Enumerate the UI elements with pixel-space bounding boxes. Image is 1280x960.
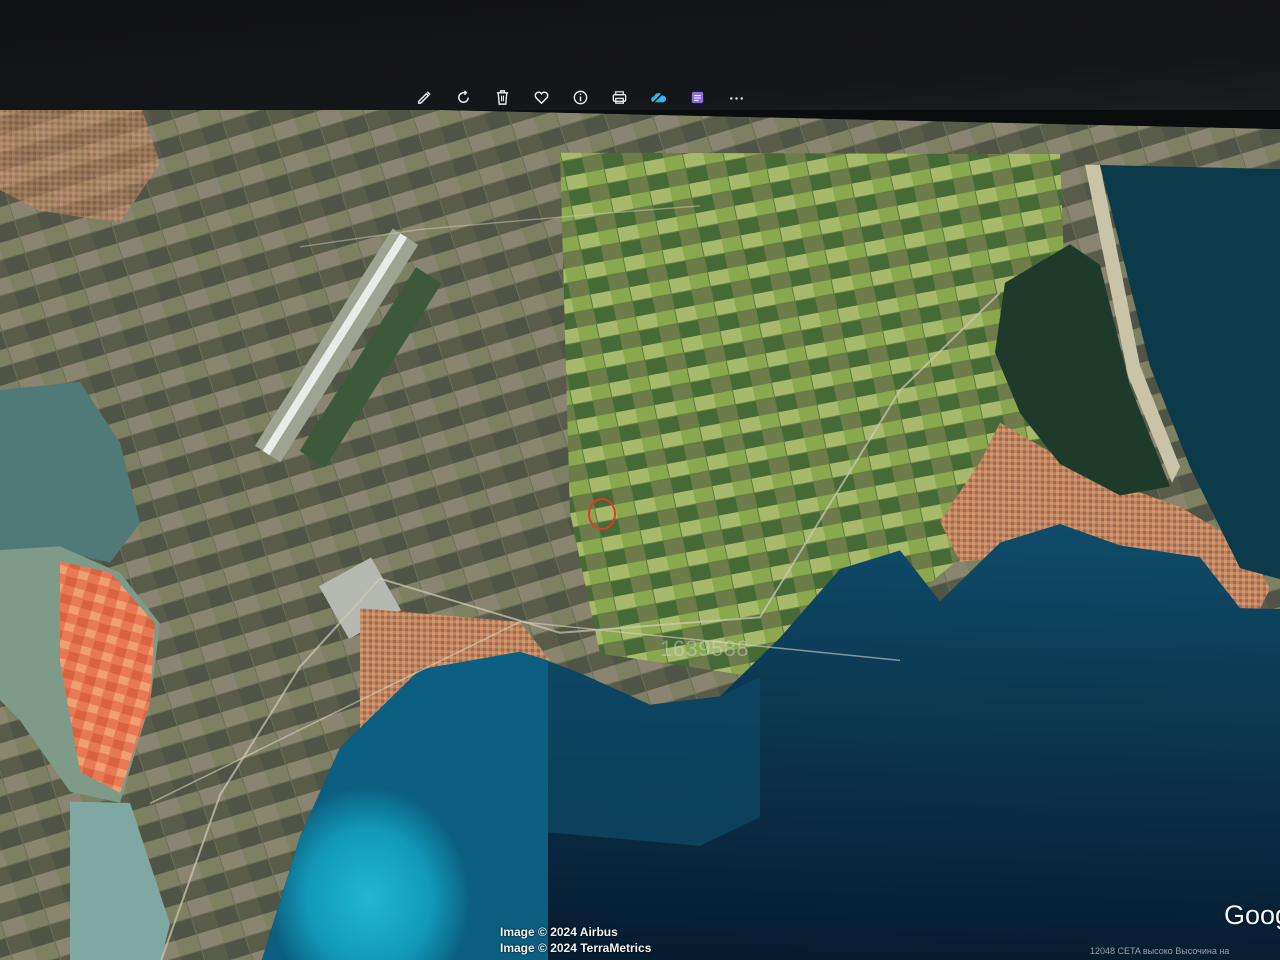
satellite-map[interactable] <box>0 100 1280 960</box>
edit-button[interactable] <box>405 84 444 110</box>
info-icon <box>573 90 588 104</box>
attribution-line: Image © 2024 Airbus <box>500 925 618 939</box>
attribution-line: Image © 2024 TerraMetrics <box>500 941 652 955</box>
print-icon <box>612 90 627 104</box>
delete-button[interactable] <box>483 84 522 110</box>
delete-icon <box>496 89 509 105</box>
rotate-icon <box>458 89 469 103</box>
more-icon <box>730 96 743 100</box>
cloud-icon <box>651 90 667 104</box>
map-scale-text: 12048 CETA высоко Высочина на <box>1090 946 1230 956</box>
photo-viewer-screen: 1639588 Image © 2024 Airbus Image © 2024… <box>0 0 1280 960</box>
satellite-image <box>0 100 1280 960</box>
edit-icon <box>418 90 431 104</box>
app-button[interactable] <box>678 84 717 110</box>
favorite-button[interactable] <box>522 84 561 110</box>
google-logo: Goog <box>1224 900 1280 930</box>
viewer-toolbar <box>405 84 756 110</box>
image-watermark: 1639588 <box>660 636 750 661</box>
favorite-icon <box>534 90 549 104</box>
info-button[interactable] <box>561 84 600 110</box>
location-marker <box>588 498 616 530</box>
more-button[interactable] <box>717 84 756 110</box>
print-button[interactable] <box>600 84 639 110</box>
app-icon <box>691 91 704 103</box>
map-attribution: Image © 2024 Airbus Image © 2024 TerraMe… <box>500 924 651 956</box>
onedrive-button[interactable] <box>639 84 678 110</box>
rotate-button[interactable] <box>444 84 483 110</box>
